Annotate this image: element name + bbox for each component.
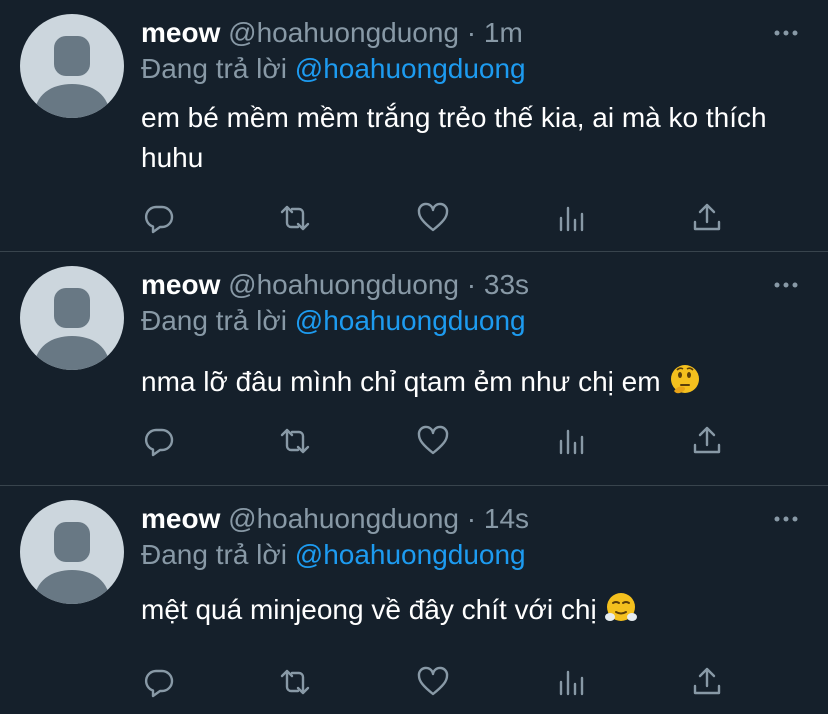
avatar[interactable] [20, 266, 124, 370]
more-options-icon[interactable] [774, 516, 798, 522]
tweet-text-line: mệt quá minjeong về đây chít với chị [141, 590, 808, 636]
tweet-header: meow @hoahuongduong · 33s [141, 268, 808, 302]
tweet[interactable]: meow @hoahuongduong · 33s Đang trả lời @… [0, 252, 828, 486]
tweet-actions [141, 423, 741, 459]
avatar[interactable] [20, 500, 124, 604]
retweet-icon[interactable] [277, 664, 313, 700]
reply-prefix: Đang trả lời [141, 53, 287, 84]
mention-link[interactable]: @hoahuongduong [295, 305, 526, 336]
reply-icon[interactable] [141, 664, 177, 700]
timestamp[interactable]: · 33s [467, 269, 529, 300]
more-options-icon[interactable] [774, 282, 798, 288]
reply-prefix: Đang trả lời [141, 539, 287, 570]
timestamp[interactable]: · 14s [467, 503, 529, 534]
heart-icon[interactable] [415, 200, 451, 236]
timestamp[interactable]: · 1m [467, 17, 523, 48]
share-icon[interactable] [689, 664, 725, 700]
reply-context: Đang trả lời @hoahuongduong [141, 538, 808, 572]
tweet-header: meow @hoahuongduong · 1m [141, 16, 808, 50]
reply-context: Đang trả lời @hoahuongduong [141, 304, 808, 338]
avatar[interactable] [20, 14, 124, 118]
tweet-text: em bé mềm mềm trắng trẻo thế kia, ai mà … [141, 102, 767, 173]
retweet-icon[interactable] [277, 423, 313, 459]
display-name[interactable]: meow [141, 503, 220, 534]
reply-context: Đang trả lời @hoahuongduong [141, 52, 808, 86]
mention-link[interactable]: @hoahuongduong [295, 53, 526, 84]
face-with-steam-from-nose-icon [604, 591, 638, 636]
tweet-text: nma lỡ đâu mình chỉ qtam ẻm như chị em [141, 366, 661, 397]
tweet-header: meow @hoahuongduong · 14s [141, 502, 808, 536]
reply-prefix: Đang trả lời [141, 305, 287, 336]
mention-link[interactable]: @hoahuongduong [295, 539, 526, 570]
tweet-actions [141, 664, 741, 700]
display-name[interactable]: meow [141, 269, 220, 300]
analytics-icon[interactable] [553, 423, 589, 459]
retweet-icon[interactable] [277, 200, 313, 236]
thinking-face-icon [668, 363, 702, 408]
more-options-icon[interactable] [774, 30, 798, 36]
user-handle[interactable]: @hoahuongduong [228, 269, 459, 300]
analytics-icon[interactable] [553, 200, 589, 236]
reply-icon[interactable] [141, 200, 177, 236]
default-profile-icon [34, 522, 110, 604]
tweet-actions [141, 200, 741, 236]
share-icon[interactable] [689, 423, 725, 459]
tweet[interactable]: meow @hoahuongduong · 1m Đang trả lời @h… [0, 0, 828, 252]
share-icon[interactable] [689, 200, 725, 236]
heart-icon[interactable] [415, 664, 451, 700]
user-handle[interactable]: @hoahuongduong [228, 17, 459, 48]
display-name[interactable]: meow [141, 17, 220, 48]
tweet[interactable]: meow @hoahuongduong · 14s Đang trả lời @… [0, 486, 828, 714]
default-profile-icon [34, 36, 110, 118]
tweet-text-line: nma lỡ đâu mình chỉ qtam ẻm như chị em [141, 362, 808, 408]
heart-icon[interactable] [415, 423, 451, 459]
tweet-text: mệt quá minjeong về đây chít với chị [141, 594, 597, 625]
analytics-icon[interactable] [553, 664, 589, 700]
reply-icon[interactable] [141, 423, 177, 459]
default-profile-icon [34, 288, 110, 370]
user-handle[interactable]: @hoahuongduong [228, 503, 459, 534]
